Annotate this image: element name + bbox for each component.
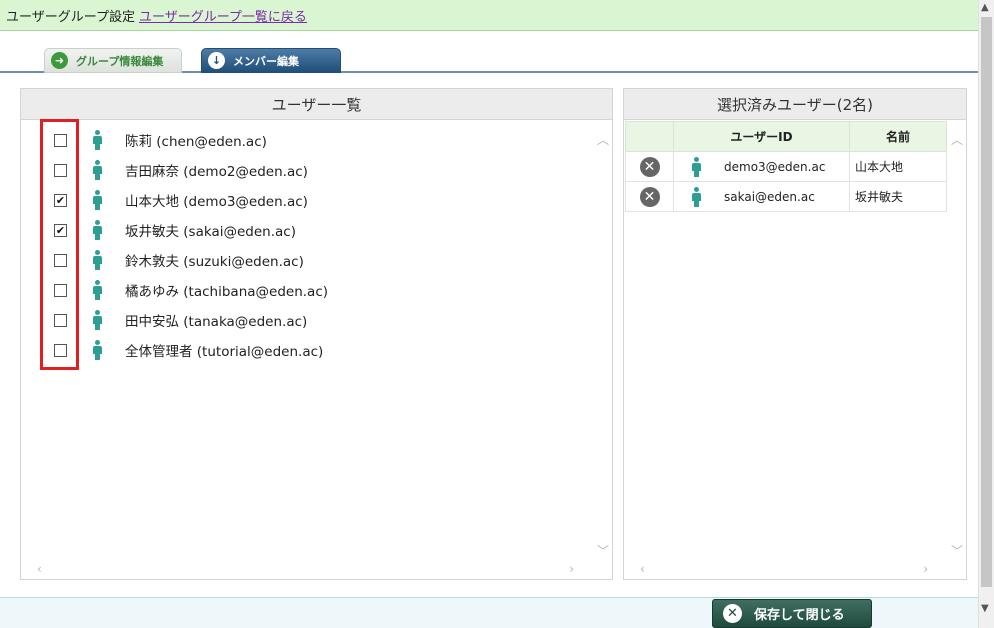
selected-horizontal-scrollbar[interactable]: ‹ ›	[624, 561, 948, 579]
user-list-item: ✔ 坂井敏夫 (sakai@eden.ac)	[21, 215, 591, 245]
person-icon	[93, 220, 102, 240]
checkbox-highlight-box	[40, 119, 79, 370]
page-scrollbar[interactable]: ▲ ▼	[978, 0, 994, 628]
user-name-label: 全体管理者 (tutorial@eden.ac)	[125, 344, 324, 360]
userid-cell: demo3@eden.ac	[673, 151, 850, 182]
selected-vertical-scrollbar[interactable]: ︿ ﹀	[948, 121, 966, 561]
tab-member-edit-label: メンバー編集	[233, 54, 299, 68]
user-list-item: 吉田麻奈 (demo2@eden.ac)	[21, 155, 591, 185]
tab-member-edit[interactable]: ↓ メンバー編集	[201, 48, 341, 73]
scroll-down-icon[interactable]: ﹀	[597, 542, 609, 559]
userid-cell: sakai@eden.ac	[673, 181, 850, 212]
person-icon	[93, 130, 102, 150]
selected-users-panel: 選択済みユーザー(2名) ユーザーID 名前 ✕ demo3@eden.ac 山本大…	[623, 88, 967, 580]
user-name-label: 鈴木敦夫 (suzuki@eden.ac)	[125, 254, 304, 270]
remove-user-icon[interactable]: ✕	[639, 156, 660, 177]
user-list-title: ユーザー一覧	[21, 89, 612, 120]
tab-group-edit[interactable]: ➜ グループ情報編集	[44, 48, 182, 73]
table-row: ✕ demo3@eden.ac 山本大地	[625, 151, 947, 182]
arrow-right-icon: ➜	[51, 52, 68, 69]
remove-column-header	[625, 121, 674, 152]
scroll-down-icon[interactable]: ﹀	[951, 542, 963, 559]
userid-text: demo3@eden.ac	[724, 159, 826, 174]
scroll-up-icon[interactable]: ︿	[597, 131, 609, 148]
user-name-label: 吉田麻奈 (demo2@eden.ac)	[125, 164, 308, 180]
person-icon	[692, 157, 701, 177]
user-list-item: 陈莉 (chen@eden.ac)	[21, 125, 591, 155]
selected-users-table: ユーザーID 名前 ✕ demo3@eden.ac 山本大地 ✕ sakai@eden.…	[625, 121, 947, 212]
person-icon	[93, 190, 102, 210]
table-header-row: ユーザーID 名前	[625, 121, 947, 152]
scroll-left-icon[interactable]: ‹	[640, 562, 645, 576]
userid-column-header: ユーザーID	[673, 121, 850, 152]
close-icon: ✕	[723, 604, 742, 623]
save-and-close-label: 保存して閉じる	[754, 608, 845, 623]
selected-users-title: 選択済みユーザー(2名)	[624, 89, 966, 120]
remove-user-icon[interactable]: ✕	[639, 186, 660, 207]
user-list-vertical-scrollbar[interactable]: ︿ ﹀	[594, 121, 612, 561]
user-list-item: ✔ 山本大地 (demo3@eden.ac)	[21, 185, 591, 215]
person-icon	[93, 340, 102, 360]
user-name-label: 橘あゆみ (tachibana@eden.ac)	[125, 284, 329, 300]
person-icon	[93, 160, 102, 180]
person-icon	[692, 187, 701, 207]
user-list-horizontal-scrollbar[interactable]: ‹ ›	[21, 561, 594, 579]
page-title: ユーザーグループ設定	[6, 9, 135, 25]
person-icon	[93, 250, 102, 270]
user-name-label: 田中安弘 (tanaka@eden.ac)	[125, 314, 308, 330]
user-name-label: 陈莉 (chen@eden.ac)	[125, 134, 267, 150]
scroll-up-icon[interactable]: ︿	[951, 131, 963, 148]
remove-cell: ✕	[625, 181, 674, 212]
scroll-right-icon[interactable]: ›	[569, 562, 574, 576]
table-row: ✕ sakai@eden.ac 坂井敏夫	[625, 181, 947, 212]
name-cell: 坂井敏夫	[849, 181, 947, 212]
user-name-label: 山本大地 (demo3@eden.ac)	[125, 194, 308, 210]
scroll-left-icon[interactable]: ‹	[37, 562, 42, 576]
name-column-header: 名前	[849, 121, 947, 152]
save-and-close-button[interactable]: ✕ 保存して閉じる	[712, 599, 872, 628]
scroll-right-icon[interactable]: ›	[923, 562, 928, 576]
person-icon	[93, 310, 102, 330]
userid-text: sakai@eden.ac	[724, 189, 815, 204]
user-list-panel: ユーザー一覧 陈莉 (chen@eden.ac) 吉田麻奈 (demo2@eden…	[20, 88, 613, 580]
tab-bar: ➜ グループ情報編集 ↓ メンバー編集	[0, 46, 978, 73]
remove-cell: ✕	[625, 151, 674, 182]
page-scroll-down-icon[interactable]: ▼	[981, 603, 989, 614]
arrow-down-icon: ↓	[208, 52, 225, 69]
user-list-item: 田中安弘 (tanaka@eden.ac)	[21, 305, 591, 335]
header-bar: ユーザーグループ設定 ユーザーグループ一覧に戻る	[0, 0, 978, 31]
page-scroll-up-icon[interactable]: ▲	[981, 2, 989, 13]
person-icon	[93, 280, 102, 300]
user-list-item: 橘あゆみ (tachibana@eden.ac)	[21, 275, 591, 305]
tab-group-edit-label: グループ情報編集	[76, 54, 164, 68]
page-scroll-thumb[interactable]	[981, 17, 992, 587]
back-to-group-list-link[interactable]: ユーザーグループ一覧に戻る	[139, 6, 307, 25]
user-name-label: 坂井敏夫 (sakai@eden.ac)	[125, 224, 296, 240]
name-cell: 山本大地	[849, 151, 947, 182]
user-list-item: 全体管理者 (tutorial@eden.ac)	[21, 335, 591, 365]
user-list-item: 鈴木敦夫 (suzuki@eden.ac)	[21, 245, 591, 275]
